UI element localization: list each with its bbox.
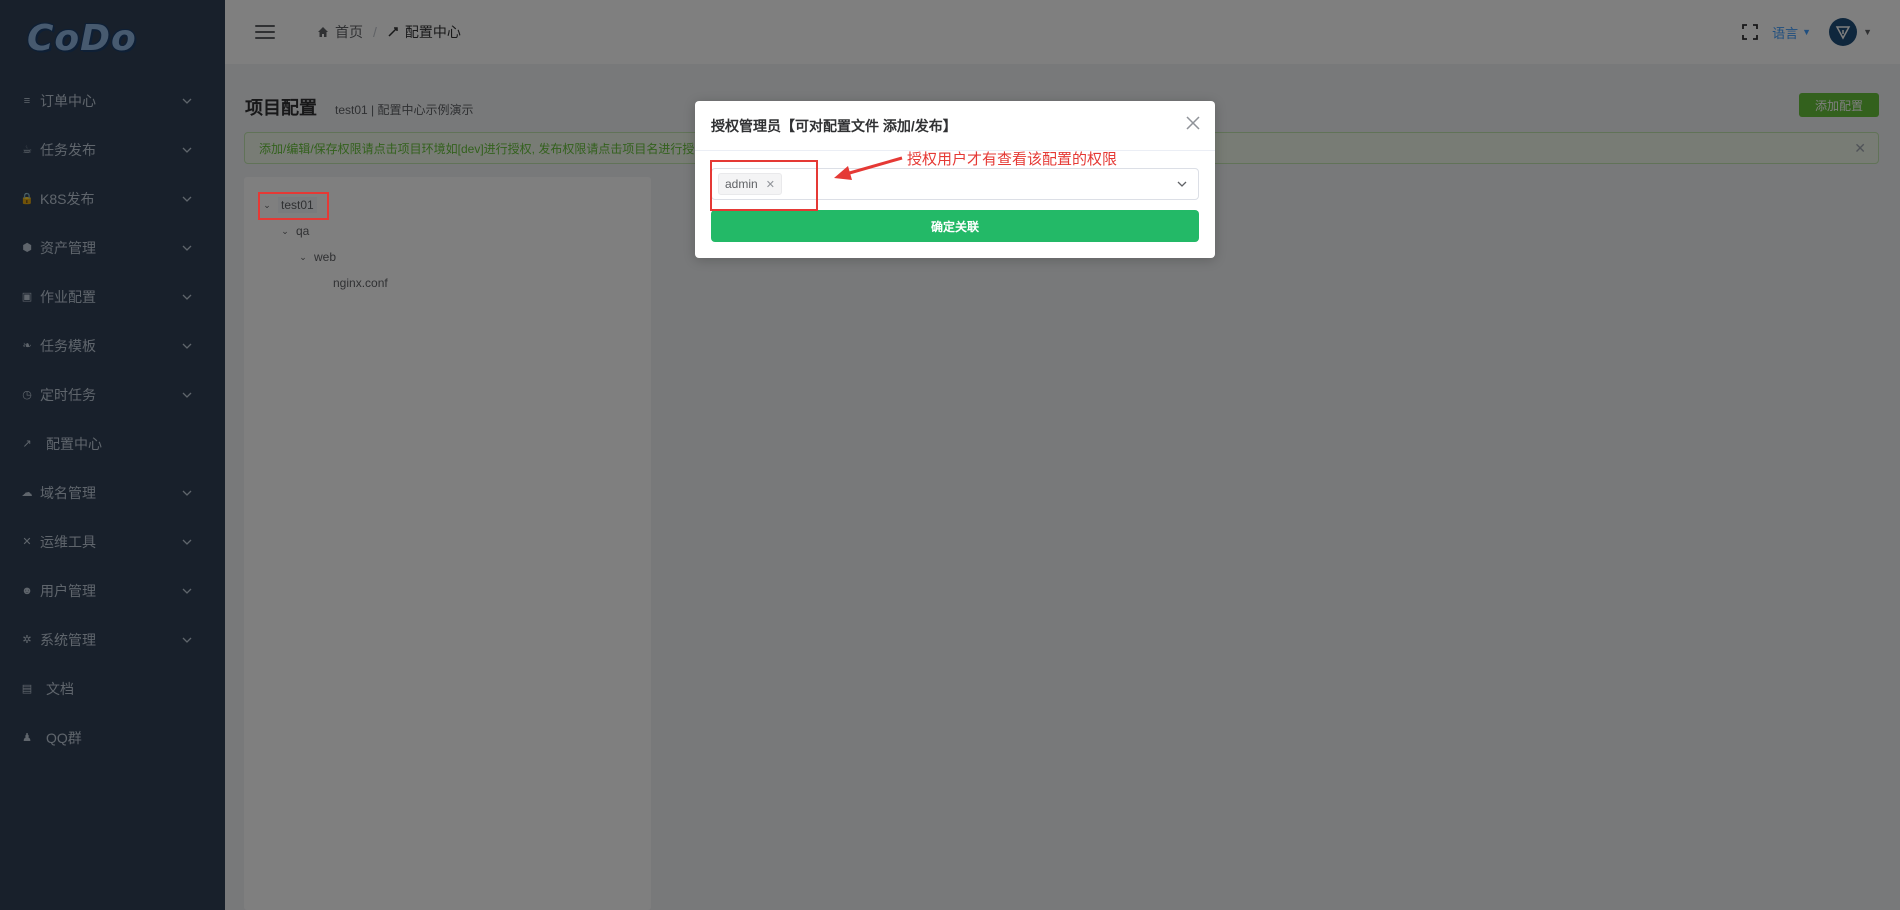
annotation-text: 授权用户才有查看该配置的权限 — [907, 151, 1118, 168]
confirm-associate-button[interactable]: 确定关联 — [711, 210, 1199, 242]
highlight-box-tree-node — [258, 192, 329, 220]
close-icon[interactable] — [1185, 115, 1201, 131]
highlight-box-tag — [710, 160, 818, 211]
dialog-title: 授权管理员【可对配置文件 添加/发布】 — [711, 118, 957, 134]
annotation-arrow-icon — [834, 156, 903, 180]
chevron-down-icon[interactable] — [1176, 178, 1188, 190]
